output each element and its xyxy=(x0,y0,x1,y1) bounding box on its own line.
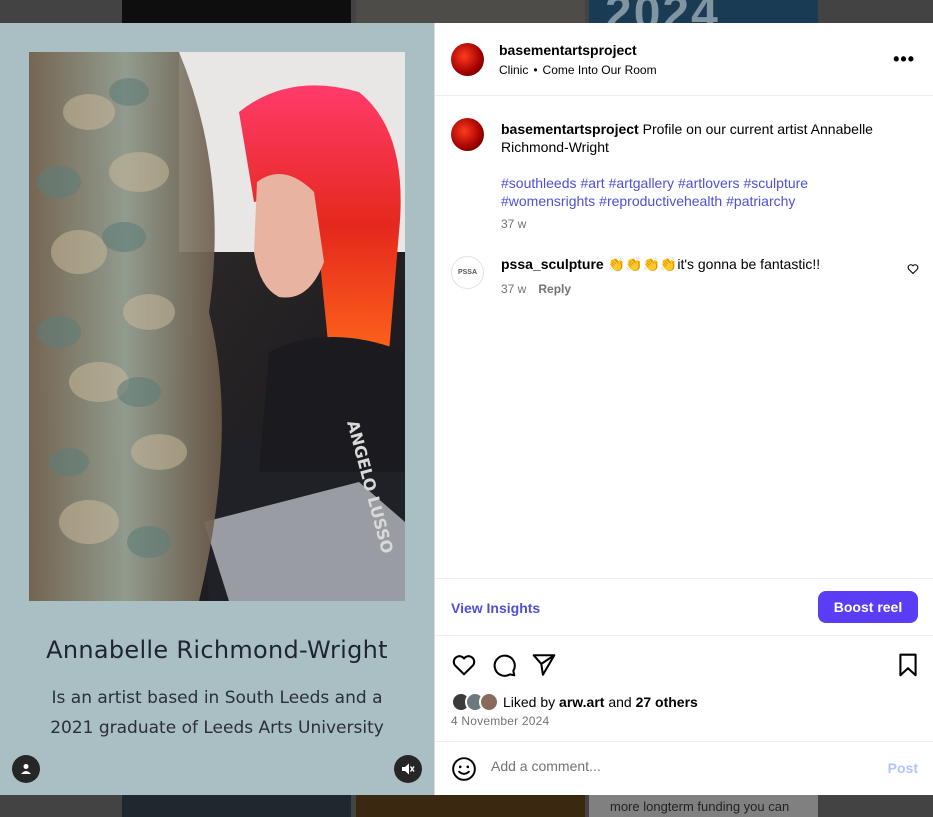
emoji-smiley-icon[interactable] xyxy=(451,756,477,782)
liked-by-user-link[interactable]: arw.art xyxy=(559,694,604,710)
location-link-clinic[interactable]: Clinic xyxy=(499,63,528,77)
author-avatar[interactable] xyxy=(451,43,484,76)
reel-media[interactable]: ANGELO LUSSO Annabelle Richmond-Wright I… xyxy=(0,23,434,795)
person-icon xyxy=(21,764,31,774)
comment-timestamp[interactable]: 37 w xyxy=(501,282,526,296)
commenter-avatar[interactable]: PSSA xyxy=(451,256,484,289)
media-title: Annabelle Richmond-Wright xyxy=(46,636,388,664)
comment-item: pssa_sculpture 👏👏👏👏it's gonna be fantast… xyxy=(501,256,820,273)
post-details-panel: basementartsproject Clinic • Come Into Our… xyxy=(434,23,933,795)
caption-timestamp[interactable]: 37 w xyxy=(501,217,526,231)
hashtag-link[interactable]: #reproductivehealth xyxy=(599,193,722,209)
author-username[interactable]: basementartsproject xyxy=(499,42,637,58)
hashtag-link[interactable]: #patriarchy xyxy=(726,193,795,209)
view-insights-link[interactable]: View Insights xyxy=(451,600,540,616)
caption-author-avatar[interactable] xyxy=(451,118,484,151)
mute-button[interactable] xyxy=(394,755,422,783)
liked-by-and: and xyxy=(608,694,632,710)
hashtag-link[interactable]: #womensrights xyxy=(501,193,595,209)
artist-photo: ANGELO LUSSO xyxy=(29,52,405,601)
comment-bubble-icon[interactable] xyxy=(491,652,517,678)
caption-username[interactable]: basementartsproject xyxy=(501,121,639,137)
hashtag-link[interactable]: #southleeds xyxy=(501,175,577,191)
tagged-users-button[interactable] xyxy=(12,755,40,783)
location-link-room[interactable]: Come Into Our Room xyxy=(543,63,657,77)
post-actions: Liked by arw.art and 27 others 4 Novembe… xyxy=(435,636,933,742)
comment-meta: 37 w Reply xyxy=(501,282,571,296)
hashtag-link[interactable]: #sculpture xyxy=(743,175,808,191)
liked-by: Liked by arw.art and 27 others xyxy=(451,692,698,712)
post-date[interactable]: 4 November 2024 xyxy=(451,714,549,728)
feed-caption-fragment: more longterm funding you can xyxy=(610,799,790,814)
share-paper-plane-icon[interactable] xyxy=(531,652,557,678)
post-comment-button[interactable]: Post xyxy=(888,760,918,776)
hashtag-link[interactable]: #artlovers xyxy=(678,175,739,191)
like-heart-icon[interactable] xyxy=(451,652,477,678)
boost-reel-button[interactable]: Boost reel xyxy=(818,591,918,623)
save-bookmark-icon[interactable] xyxy=(895,652,921,678)
caption: basementartsproject Profile on our curre… xyxy=(501,120,911,156)
comments-section[interactable]: basementartsproject Profile on our curre… xyxy=(435,96,933,578)
reply-button[interactable]: Reply xyxy=(538,282,571,296)
post-modal: ANGELO LUSSO Annabelle Richmond-Wright I… xyxy=(0,23,933,795)
comment-input[interactable] xyxy=(491,758,871,774)
insights-bar: View Insights Boost reel xyxy=(435,578,933,636)
liked-by-others-link[interactable]: 27 others xyxy=(636,694,698,710)
post-location: Clinic • Come Into Our Room xyxy=(499,63,657,77)
comment-like-heart-icon[interactable] xyxy=(907,263,919,275)
liked-by-text: Liked by arw.art and 27 others xyxy=(503,694,698,710)
hashtag-link[interactable]: #art xyxy=(581,175,605,191)
liked-by-prefix: Liked by xyxy=(503,694,556,710)
add-comment-bar: Post xyxy=(435,742,933,795)
liker-avatar[interactable] xyxy=(479,692,499,712)
hashtag-link[interactable]: #artgallery xyxy=(609,175,674,191)
hashtag-list: #southleeds #art #artgallery #artlovers #scu… xyxy=(501,174,911,210)
location-separator: • xyxy=(533,63,538,77)
comment-text: 👏👏👏👏it's gonna be fantastic!! xyxy=(607,256,821,272)
speaker-muted-icon xyxy=(402,763,415,775)
more-options-button[interactable]: ••• xyxy=(893,49,915,70)
commenter-username[interactable]: pssa_sculpture xyxy=(501,256,604,272)
media-subtitle: Is an artist based in South Leeds and a … xyxy=(50,688,384,738)
post-header: basementartsproject Clinic • Come Into Our… xyxy=(435,23,933,96)
